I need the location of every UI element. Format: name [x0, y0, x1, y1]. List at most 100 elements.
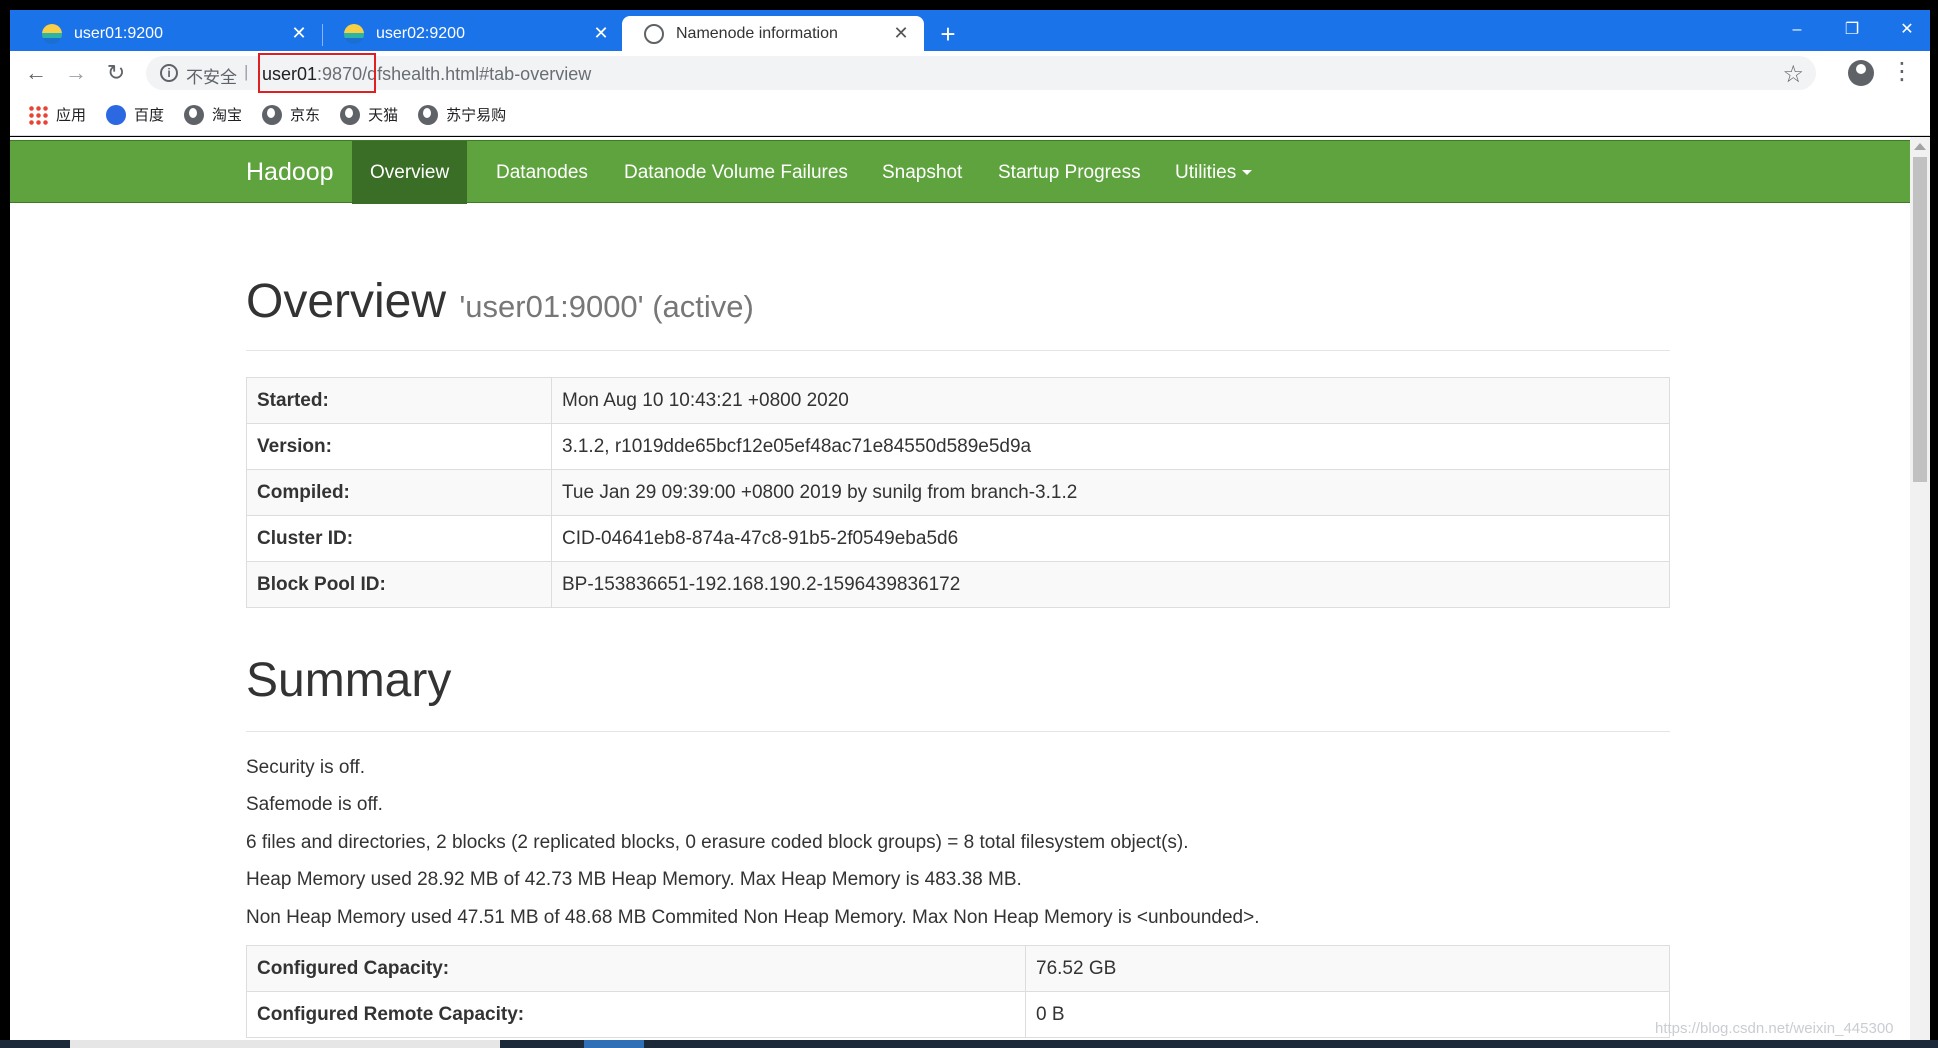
nav-overview[interactable]: Overview — [352, 141, 468, 204]
globe-icon — [262, 104, 283, 125]
reload-button[interactable]: ↻ — [102, 59, 130, 87]
taskbar-item[interactable] — [70, 1040, 500, 1048]
divider — [246, 350, 1670, 351]
summary-files: 6 files and directories, 2 blocks (2 rep… — [246, 832, 1189, 853]
summary-heading: Summary — [246, 654, 452, 707]
close-window-button[interactable]: ✕ — [1887, 16, 1927, 44]
vertical-scrollbar[interactable] — [1910, 137, 1930, 1040]
nav-utilities[interactable]: Utilities — [1157, 141, 1270, 204]
watermark: https://blog.csdn.net/weixin_445300 — [1655, 1020, 1894, 1037]
tab-namenode-information[interactable]: Namenode information ✕ — [622, 16, 924, 51]
row-key: Version: — [246, 423, 552, 470]
table-row: Version: 3.1.2, r1019dde65bcf12e05ef48ac7… — [246, 423, 1670, 470]
tab-user02[interactable]: user02:9200 ✕ — [322, 16, 624, 51]
bookmark-tmall[interactable]: 天猫 — [340, 104, 398, 125]
bookmark-label: 京东 — [290, 106, 321, 124]
table-row: Compiled: Tue Jan 29 09:39:00 +0800 2019 … — [246, 469, 1670, 516]
scroll-up-arrow-icon[interactable] — [1914, 143, 1926, 150]
url-separator: | — [244, 62, 249, 81]
table-row: Started: Mon Aug 10 10:43:21 +0800 2020 — [246, 377, 1670, 424]
row-value: BP-153836651-192.168.190.2-1596439836172 — [551, 561, 1670, 608]
table-row: Cluster ID: CID-04641eb8-874a-47c8-91b5-2… — [246, 515, 1670, 562]
table-row: Configured Remote Capacity: 0 B — [246, 991, 1670, 1038]
nav-datanodes[interactable]: Datanodes — [478, 141, 606, 204]
caret-down-icon — [1242, 170, 1253, 176]
row-key: Block Pool ID: — [246, 561, 552, 608]
address-bar[interactable]: i 不安全 | user01:9870/dfshealth.html#tab-o… — [146, 53, 1816, 93]
new-tab-button[interactable]: + — [934, 20, 962, 48]
overview-heading: Overview 'user01:9000' (active) — [246, 274, 754, 329]
bookmark-jd[interactable]: 京东 — [262, 104, 320, 125]
menu-icon[interactable]: ⋮ — [1890, 57, 1914, 86]
bookmark-label: 淘宝 — [212, 106, 243, 124]
info-icon[interactable]: i — [160, 64, 178, 82]
baidu-paw-icon — [106, 104, 127, 125]
taskbar-item[interactable] — [584, 1040, 644, 1048]
row-value: 0 B — [1025, 991, 1670, 1038]
back-button[interactable]: ← — [22, 59, 50, 87]
overview-title: Overview — [246, 275, 447, 328]
capacity-table: Configured Capacity: 76.52 GB Configured … — [246, 945, 1670, 1038]
account-icon[interactable] — [1848, 60, 1874, 86]
row-value: CID-04641eb8-874a-47c8-91b5-2f0549eba5d6 — [551, 515, 1670, 562]
overview-table: Started: Mon Aug 10 10:43:21 +0800 2020 V… — [246, 377, 1670, 608]
bookmark-star-icon[interactable]: ☆ — [1782, 60, 1804, 89]
close-tab-icon[interactable]: ✕ — [590, 22, 612, 44]
summary-heap-memory: Heap Memory used 28.92 MB of 42.73 MB He… — [246, 869, 1022, 890]
globe-icon — [418, 104, 439, 125]
tab-title: user02:9200 — [376, 24, 465, 42]
tab-title: Namenode information — [676, 24, 838, 42]
row-value: Tue Jan 29 09:39:00 +0800 2019 by sunilg… — [551, 469, 1670, 516]
bookmark-label: 百度 — [134, 106, 165, 124]
url-path: /dfshealth.html#tab-overview — [362, 64, 592, 84]
row-key: Configured Capacity: — [246, 945, 1026, 992]
url-highlight-box — [258, 53, 376, 93]
bookmark-apps[interactable]: 应用 — [28, 104, 86, 125]
tab-user01[interactable]: user01:9200 ✕ — [20, 16, 322, 51]
row-key: Compiled: — [246, 469, 552, 516]
bookmark-label: 天猫 — [368, 106, 399, 124]
row-value: Mon Aug 10 10:43:21 +0800 2020 — [551, 377, 1670, 424]
bookmark-label: 应用 — [56, 106, 87, 124]
summary-non-heap-memory: Non Heap Memory used 47.51 MB of 48.68 M… — [246, 907, 1260, 928]
row-value: 3.1.2, r1019dde65bcf12e05ef48ac71e84550d… — [551, 423, 1670, 470]
elasticsearch-icon — [42, 23, 62, 44]
nav-datanode-volume-failures[interactable]: Datanode Volume Failures — [606, 141, 866, 204]
tab-strip: user01:9200 ✕ user02:9200 ✕ Namenode inf… — [10, 10, 1930, 51]
hadoop-navbar: Hadoop Overview Datanodes Datanode Volum… — [10, 140, 1910, 204]
nav-startup-progress[interactable]: Startup Progress — [980, 141, 1159, 204]
security-label[interactable]: 不安全 — [186, 63, 237, 88]
screen: user01:9200 ✕ user02:9200 ✕ Namenode inf… — [0, 0, 1938, 1048]
scrollbar-thumb[interactable] — [1913, 157, 1927, 482]
overview-subtitle: 'user01:9000' (active) — [459, 289, 754, 324]
hadoop-brand[interactable]: Hadoop — [246, 158, 334, 187]
forward-button[interactable]: → — [62, 59, 90, 87]
bookmark-label: 苏宁易购 — [446, 106, 507, 124]
restore-window-button[interactable]: ❐ — [1832, 16, 1872, 44]
globe-icon — [644, 23, 664, 44]
table-row: Configured Capacity: 76.52 GB — [246, 945, 1670, 992]
nav-utilities-label: Utilities — [1175, 162, 1237, 183]
globe-icon — [340, 104, 361, 125]
bookmarks-bar: 应用 百度 淘宝 京东 天猫 苏宁易购 — [10, 94, 1930, 136]
row-value: 76.52 GB — [1025, 945, 1670, 992]
taskbar — [0, 1040, 1938, 1048]
row-key: Configured Remote Capacity: — [246, 991, 1026, 1038]
bookmark-taobao[interactable]: 淘宝 — [184, 104, 242, 125]
minimize-window-button[interactable]: – — [1777, 16, 1817, 44]
bookmark-suning[interactable]: 苏宁易购 — [418, 104, 506, 125]
summary-safemode: Safemode is off. — [246, 794, 383, 815]
summary-security: Security is off. — [246, 757, 365, 778]
row-key: Cluster ID: — [246, 515, 552, 562]
close-tab-icon[interactable]: ✕ — [890, 22, 912, 44]
globe-icon — [184, 104, 205, 125]
page-viewport: Hadoop Overview Datanodes Datanode Volum… — [10, 137, 1910, 1040]
row-key: Started: — [246, 377, 552, 424]
browser-toolbar: ← → ↻ i 不安全 | user01:9870/dfshealth.html… — [10, 51, 1930, 94]
tab-title: user01:9200 — [74, 24, 163, 42]
nav-snapshot[interactable]: Snapshot — [864, 141, 980, 204]
apps-grid-icon — [28, 104, 48, 125]
elasticsearch-icon — [344, 23, 364, 44]
bookmark-baidu[interactable]: 百度 — [106, 104, 164, 125]
close-tab-icon[interactable]: ✕ — [288, 22, 310, 44]
